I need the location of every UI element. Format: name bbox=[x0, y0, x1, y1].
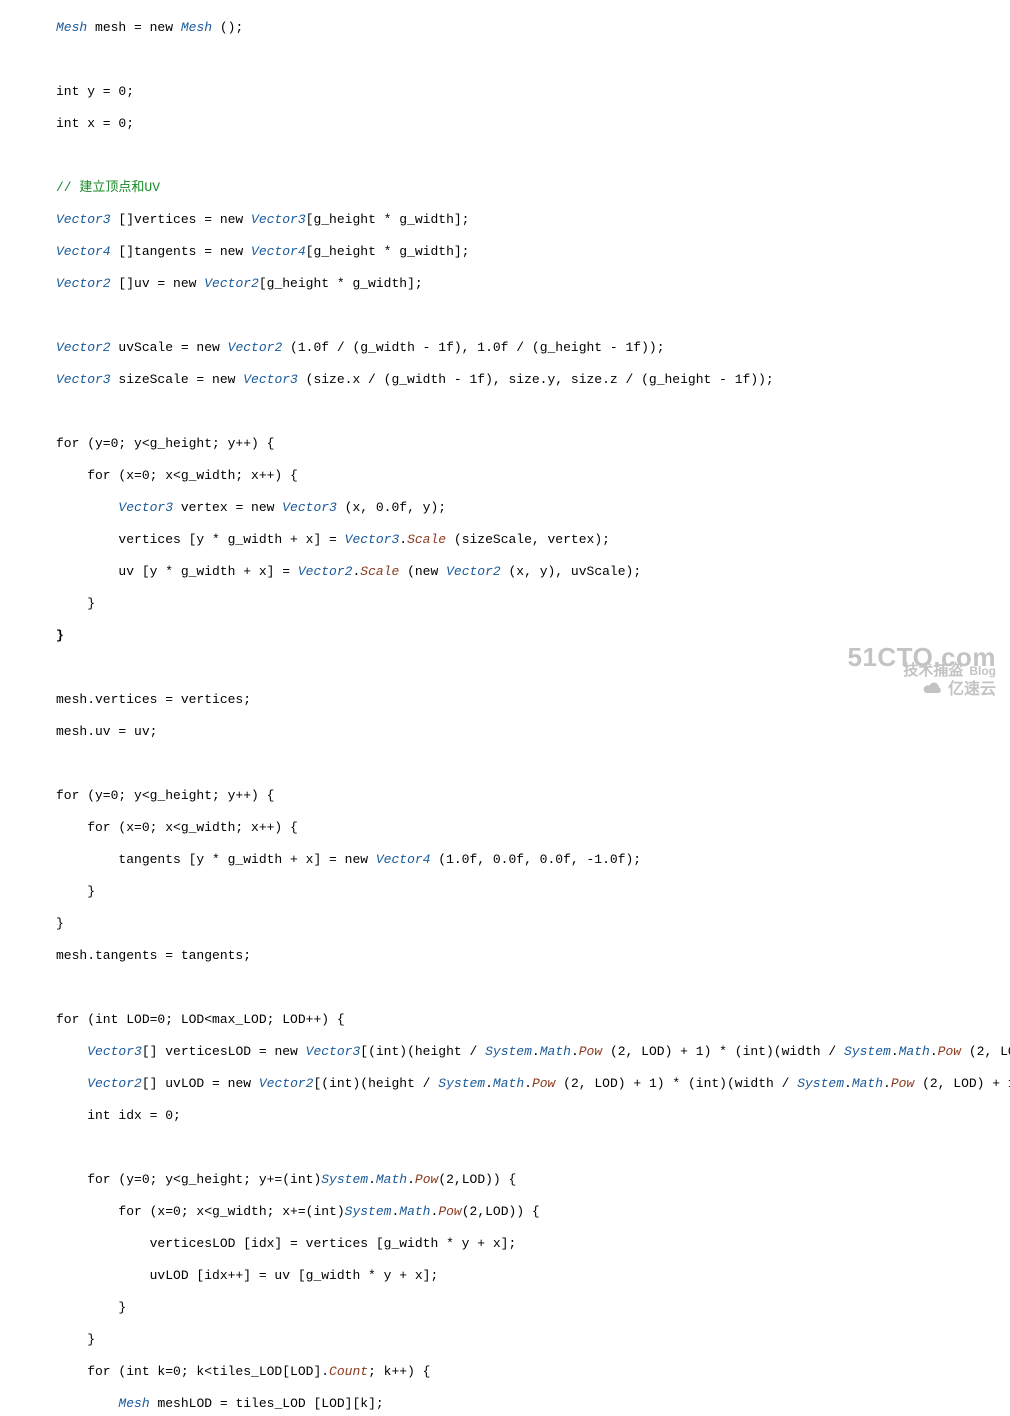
code-line: Vector4 []tangents = new Vector4[g_heigh… bbox=[0, 244, 1010, 260]
code-line: } bbox=[0, 596, 1010, 612]
code-line: Mesh meshLOD = tiles_LOD [LOD][k]; bbox=[0, 1396, 1010, 1412]
code-line bbox=[0, 148, 1010, 164]
code-line bbox=[0, 404, 1010, 420]
code-line bbox=[0, 308, 1010, 324]
code-line: } bbox=[0, 916, 1010, 932]
code-line: uv [y * g_width + x] = Vector2.Scale (ne… bbox=[0, 564, 1010, 580]
code-line: for (y=0; y<g_height; y++) { bbox=[0, 436, 1010, 452]
code-line: mesh.tangents = tangents; bbox=[0, 948, 1010, 964]
code-line: Vector3[] verticesLOD = new Vector3[(int… bbox=[0, 1044, 1010, 1060]
code-line: Mesh mesh = new Mesh (); bbox=[0, 20, 1010, 36]
code-line: for (y=0; y<g_height; y++) { bbox=[0, 788, 1010, 804]
code-line: Vector3 []vertices = new Vector3[g_heigh… bbox=[0, 212, 1010, 228]
code-line: mesh.uv = uv; bbox=[0, 724, 1010, 740]
code-line bbox=[0, 1140, 1010, 1156]
code-block: Mesh mesh = new Mesh (); int y = 0; int … bbox=[0, 0, 1010, 1416]
code-line: } bbox=[0, 1332, 1010, 1348]
code-line: for (int k=0; k<tiles_LOD[LOD].Count; k+… bbox=[0, 1364, 1010, 1380]
code-line: Vector2 []uv = new Vector2[g_height * g_… bbox=[0, 276, 1010, 292]
code-line bbox=[0, 660, 1010, 676]
code-line: uvLOD [idx++] = uv [g_width * y + x]; bbox=[0, 1268, 1010, 1284]
code-line: } bbox=[0, 1300, 1010, 1316]
code-line: Vector2[] uvLOD = new Vector2[(int)(heig… bbox=[0, 1076, 1010, 1092]
code-line: Vector2 uvScale = new Vector2 (1.0f / (g… bbox=[0, 340, 1010, 356]
code-line: vertices [y * g_width + x] = Vector3.Sca… bbox=[0, 532, 1010, 548]
code-line: } bbox=[0, 884, 1010, 900]
code-line: for (x=0; x<g_width; x++) { bbox=[0, 820, 1010, 836]
code-line: mesh.vertices = vertices; bbox=[0, 692, 1010, 708]
code-line bbox=[0, 756, 1010, 772]
code-line: verticesLOD [idx] = vertices [g_width * … bbox=[0, 1236, 1010, 1252]
code-line: for (x=0; x<g_width; x++) { bbox=[0, 468, 1010, 484]
code-line: for (y=0; y<g_height; y+=(int)System.Mat… bbox=[0, 1172, 1010, 1188]
code-line bbox=[0, 980, 1010, 996]
code-line: // 建立顶点和UV bbox=[0, 180, 1010, 196]
code-line: for (x=0; x<g_width; x+=(int)System.Math… bbox=[0, 1204, 1010, 1220]
code-line: tangents [y * g_width + x] = new Vector4… bbox=[0, 852, 1010, 868]
code-line: } bbox=[0, 628, 1010, 644]
code-line: int y = 0; bbox=[0, 84, 1010, 100]
code-line: int x = 0; bbox=[0, 116, 1010, 132]
code-line: for (int LOD=0; LOD<max_LOD; LOD++) { bbox=[0, 1012, 1010, 1028]
code-line: int idx = 0; bbox=[0, 1108, 1010, 1124]
code-line: Vector3 sizeScale = new Vector3 (size.x … bbox=[0, 372, 1010, 388]
code-line: Vector3 vertex = new Vector3 (x, 0.0f, y… bbox=[0, 500, 1010, 516]
code-line bbox=[0, 52, 1010, 68]
